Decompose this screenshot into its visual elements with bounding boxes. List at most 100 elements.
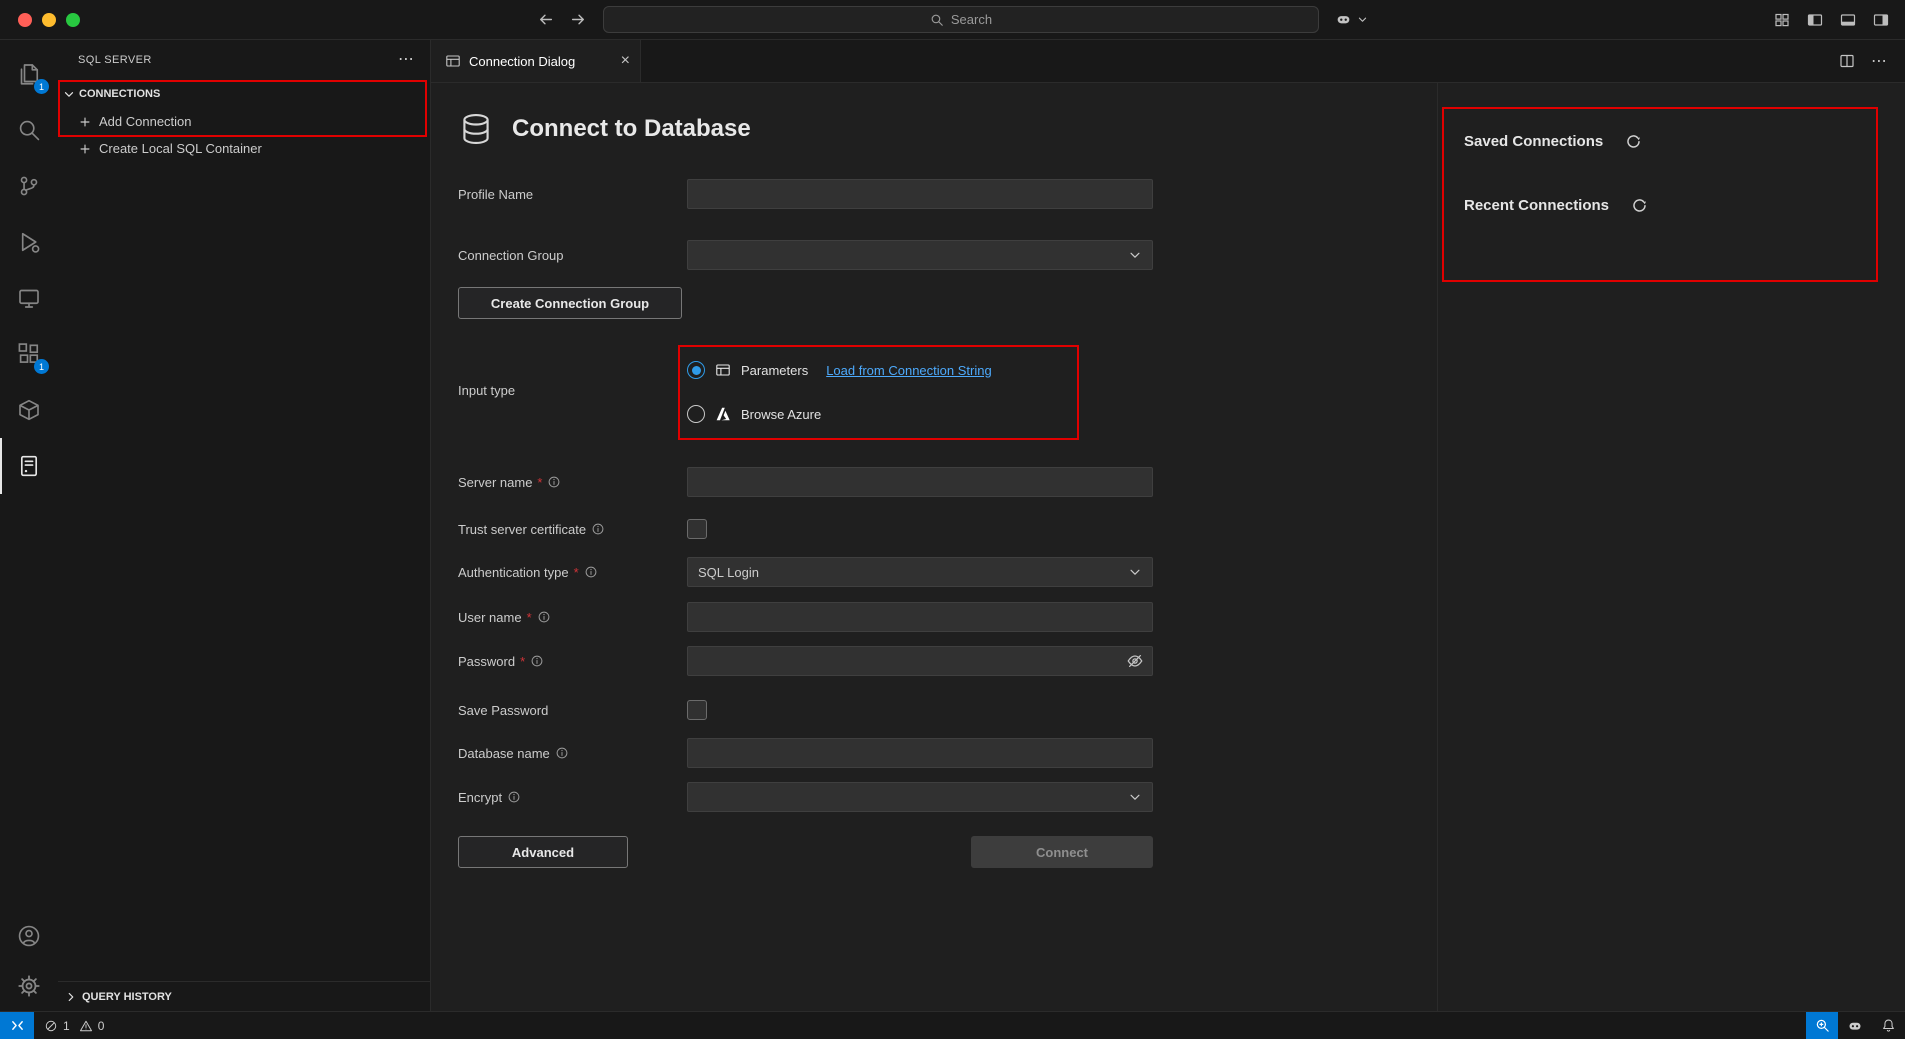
split-editor-icon[interactable] — [1839, 53, 1855, 69]
connections-panel: Saved Connections Recent Connections — [1437, 83, 1905, 1011]
command-center-search[interactable]: Search — [603, 6, 1319, 33]
activity-explorer[interactable]: 1 — [0, 46, 58, 102]
parameters-label[interactable]: Parameters — [741, 363, 808, 378]
connections-section-header[interactable]: CONNECTIONS — [58, 80, 430, 108]
encrypt-info-icon[interactable] — [507, 790, 521, 804]
required-asterisk: * — [537, 475, 542, 490]
create-connection-group-button[interactable]: Create Connection Group — [458, 287, 682, 319]
back-icon[interactable] — [537, 11, 554, 28]
problems-indicator[interactable]: 1 0 — [34, 1012, 108, 1039]
editor-actions: ⋯ — [1839, 40, 1905, 82]
source-control-icon — [17, 174, 41, 198]
profile-name-label: Profile Name — [458, 187, 687, 202]
password-input[interactable] — [687, 646, 1153, 676]
user-name-info-icon[interactable] — [537, 610, 551, 624]
server-name-info-icon[interactable] — [547, 475, 561, 489]
copilot-status-icon[interactable] — [1838, 1012, 1872, 1039]
chevron-right-icon — [64, 990, 78, 1004]
activity-remote-explorer[interactable] — [0, 270, 58, 326]
sidebar-title: SQL SERVER — [78, 54, 398, 66]
authentication-type-info-icon[interactable] — [584, 565, 598, 579]
save-password-checkbox[interactable] — [687, 700, 707, 720]
connections-section-label: CONNECTIONS — [79, 88, 160, 100]
tab-connection-dialog[interactable]: Connection Dialog × — [431, 40, 641, 82]
more-actions-icon[interactable]: ⋯ — [1871, 51, 1887, 71]
parameters-radio[interactable] — [687, 361, 705, 379]
page-title: Connect to Database — [512, 115, 751, 143]
gear-icon — [17, 974, 41, 998]
input-type-label: Input type — [458, 383, 687, 398]
create-local-sql-container-item[interactable]: Create Local SQL Container — [58, 135, 430, 162]
toggle-password-visibility-icon[interactable] — [1126, 652, 1144, 670]
saved-connections-row: Saved Connections — [1464, 129, 1905, 153]
chevron-down-icon — [1128, 790, 1142, 804]
run-debug-icon — [17, 230, 41, 254]
server-name-label: Server name * — [458, 475, 687, 490]
explorer-badge: 1 — [34, 79, 49, 94]
zoom-indicator[interactable] — [1806, 1012, 1838, 1039]
toggle-secondary-sidebar-icon[interactable] — [1873, 12, 1889, 28]
activity-sql-server[interactable] — [0, 438, 58, 494]
required-asterisk: * — [574, 565, 579, 580]
database-name-info-icon[interactable] — [555, 746, 569, 760]
layout-controls — [1774, 0, 1889, 39]
advanced-button[interactable]: Advanced — [458, 836, 628, 868]
chevron-down-icon — [1128, 248, 1142, 262]
saved-connections-header: Saved Connections — [1464, 133, 1603, 150]
authentication-type-select[interactable]: SQL Login — [687, 557, 1153, 587]
refresh-icon[interactable] — [1631, 197, 1648, 214]
close-tab-icon[interactable]: × — [621, 53, 630, 69]
add-connection-item[interactable]: Add Connection — [58, 108, 430, 135]
activity-accounts[interactable] — [0, 911, 58, 961]
refresh-icon[interactable] — [1625, 133, 1642, 150]
trust-server-certificate-checkbox[interactable] — [687, 519, 707, 539]
search-icon — [17, 118, 41, 142]
copilot-menu[interactable] — [1335, 11, 1368, 28]
server-name-input[interactable] — [687, 467, 1153, 497]
encrypt-label: Encrypt — [458, 790, 687, 805]
browse-azure-radio[interactable] — [687, 405, 705, 423]
status-bar: 1 0 — [0, 1011, 1905, 1039]
customize-layout-icon[interactable] — [1774, 12, 1790, 28]
connection-group-select[interactable] — [687, 240, 1153, 270]
remote-indicator[interactable] — [0, 1012, 34, 1039]
copilot-icon — [1335, 11, 1352, 28]
activity-extensions[interactable]: 1 — [0, 326, 58, 382]
connect-button[interactable]: Connect — [971, 836, 1153, 868]
database-name-input[interactable] — [687, 738, 1153, 768]
user-name-input[interactable] — [687, 602, 1153, 632]
browse-azure-label[interactable]: Browse Azure — [741, 407, 821, 422]
connection-dialog-icon — [445, 53, 461, 69]
activity-source-control[interactable] — [0, 158, 58, 214]
input-type-row: Input type Parameters Load from Connecti… — [458, 349, 1437, 431]
encrypt-row: Encrypt — [458, 782, 1437, 812]
sidebar-sql-server: SQL SERVER ⋯ CONNECTIONS Add Connection — [58, 40, 431, 1011]
sql-server-icon — [17, 454, 41, 478]
activity-settings[interactable] — [0, 961, 58, 1011]
activity-containers[interactable] — [0, 382, 58, 438]
trust-server-certificate-row: Trust server certificate — [458, 514, 1437, 544]
toggle-panel-icon[interactable] — [1840, 12, 1856, 28]
toggle-sidebar-icon[interactable] — [1807, 12, 1823, 28]
chevron-down-icon — [1357, 14, 1368, 25]
status-bar-right — [1806, 1012, 1905, 1039]
close-window-button[interactable] — [18, 13, 32, 27]
zoom-icon — [1815, 1018, 1830, 1033]
password-label: Password * — [458, 654, 687, 669]
notifications-bell-icon[interactable] — [1872, 1012, 1905, 1039]
input-type-radio-group: Parameters Load from Connection String B… — [687, 349, 992, 431]
trust-server-certificate-info-icon[interactable] — [591, 522, 605, 536]
sidebar-more-actions-icon[interactable]: ⋯ — [398, 55, 414, 65]
activity-run-debug[interactable] — [0, 214, 58, 270]
load-from-connection-string-link[interactable]: Load from Connection String — [826, 363, 991, 378]
activity-search[interactable] — [0, 102, 58, 158]
forward-icon[interactable] — [570, 11, 587, 28]
save-password-label: Save Password — [458, 703, 687, 718]
profile-name-input[interactable] — [687, 179, 1153, 209]
minimize-window-button[interactable] — [42, 13, 56, 27]
query-history-section-header[interactable]: QUERY HISTORY — [58, 981, 430, 1011]
maximize-window-button[interactable] — [66, 13, 80, 27]
password-info-icon[interactable] — [530, 654, 544, 668]
user-name-row: User name * — [458, 602, 1437, 632]
encrypt-select[interactable] — [687, 782, 1153, 812]
